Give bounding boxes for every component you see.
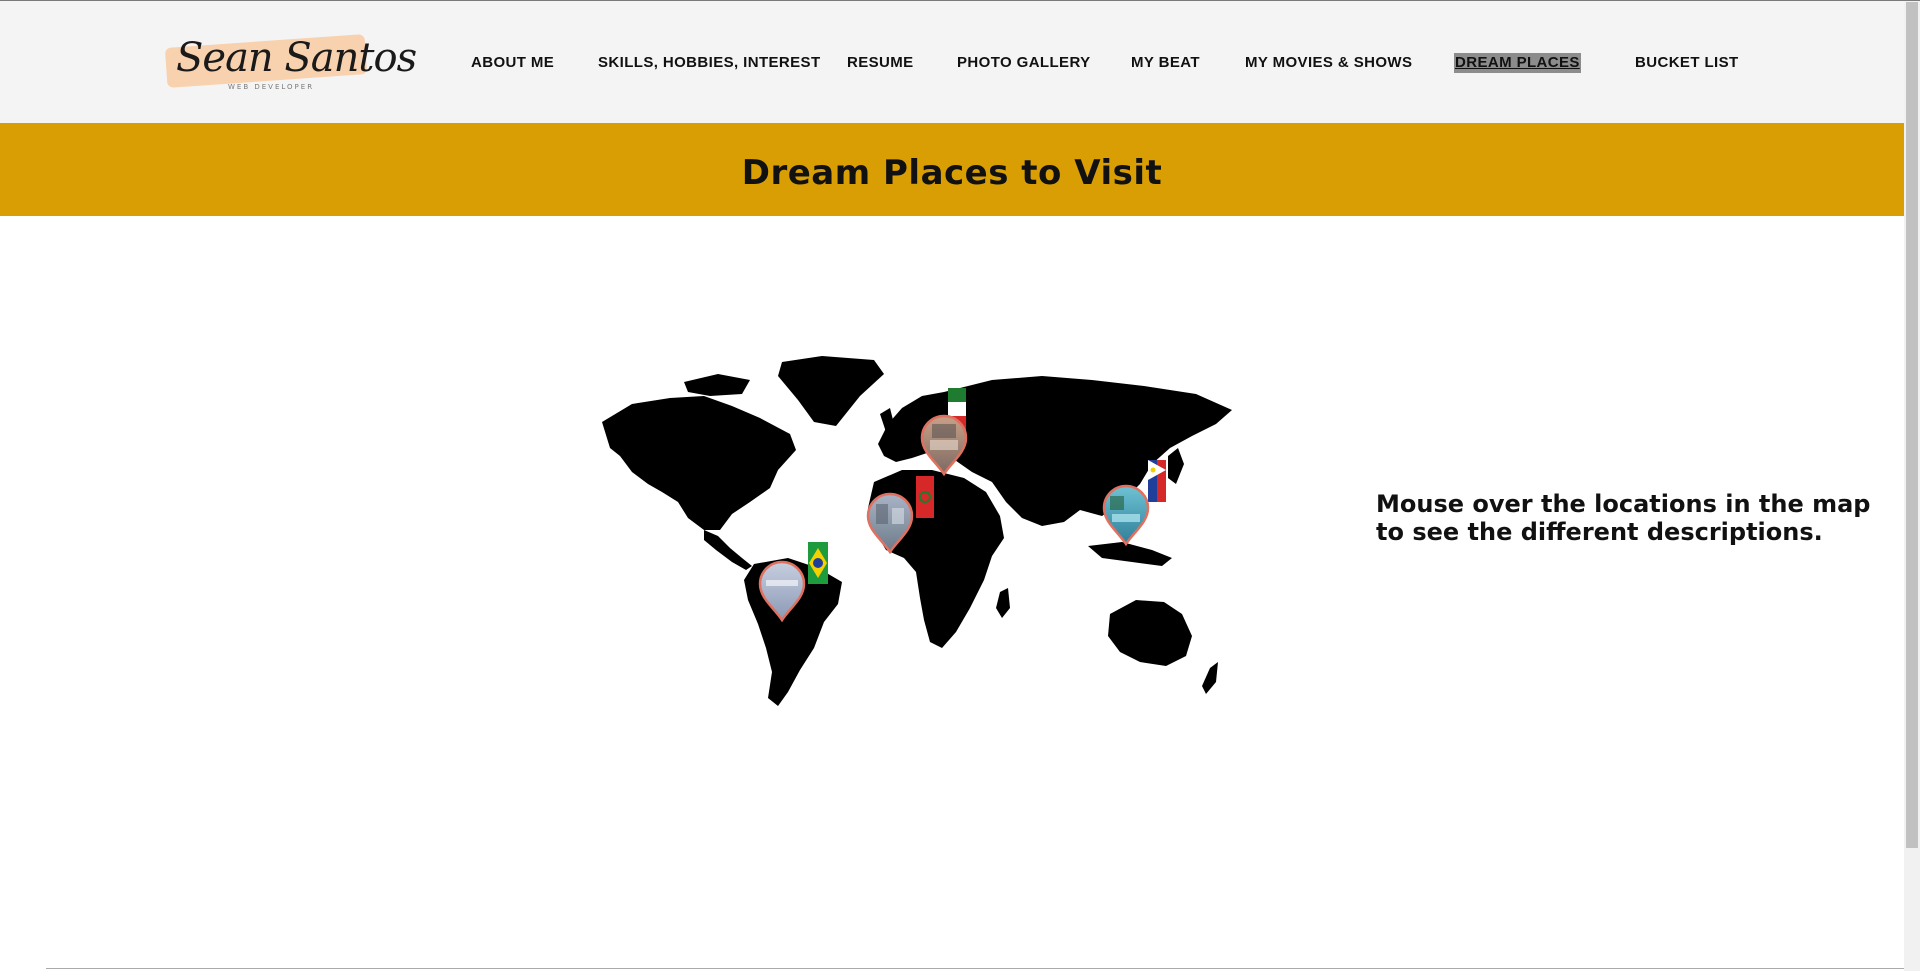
philippines-marker[interactable] [1102, 484, 1150, 547]
site-header: Sean Santos WEB DEVELOPER ABOUT ME SKILL… [0, 1, 1904, 123]
arctic-islands-shape [684, 374, 750, 396]
nav-bucket-list[interactable]: BUCKET LIST [1635, 53, 1739, 73]
logo-name: Sean Santos [176, 35, 417, 81]
scrollbar-thumb[interactable] [1906, 2, 1918, 848]
greenland-shape [778, 356, 884, 426]
site-logo[interactable]: Sean Santos WEB DEVELOPER [162, 33, 417, 97]
italy-marker[interactable] [920, 414, 968, 477]
nav-resume[interactable]: RESUME [847, 53, 914, 73]
nav-dream-places[interactable]: DREAM PLACES [1454, 53, 1581, 73]
page-bottom-border [46, 968, 1904, 969]
indonesia-shape [1088, 542, 1172, 566]
nav-about-me[interactable]: ABOUT ME [471, 53, 554, 73]
australia-shape [1108, 600, 1192, 666]
logo-subtitle: WEB DEVELOPER [228, 83, 315, 91]
nav-my-movies-shows[interactable]: MY MOVIES & SHOWS [1245, 53, 1412, 73]
madagascar-shape [996, 588, 1010, 618]
japan-shape [1168, 448, 1184, 484]
brazil-flag-icon [808, 542, 828, 584]
north-america-shape [602, 396, 796, 530]
map-instructions: Mouse over the locations in the map to s… [1376, 490, 1871, 546]
nav-skills-hobbies-interest[interactable]: SKILLS, HOBBIES, INTEREST [598, 53, 821, 73]
nav-photo-gallery[interactable]: PHOTO GALLERY [957, 53, 1091, 73]
morocco-flag-icon [916, 476, 934, 518]
page-banner: Dream Places to Visit [0, 123, 1904, 216]
world-map [602, 356, 1232, 706]
philippines-flag-icon [1148, 460, 1166, 502]
central-america-shape [704, 530, 752, 570]
new-zealand-shape [1202, 662, 1218, 694]
nav-my-beat[interactable]: MY BEAT [1131, 53, 1200, 73]
page-title: Dream Places to Visit [741, 153, 1163, 193]
